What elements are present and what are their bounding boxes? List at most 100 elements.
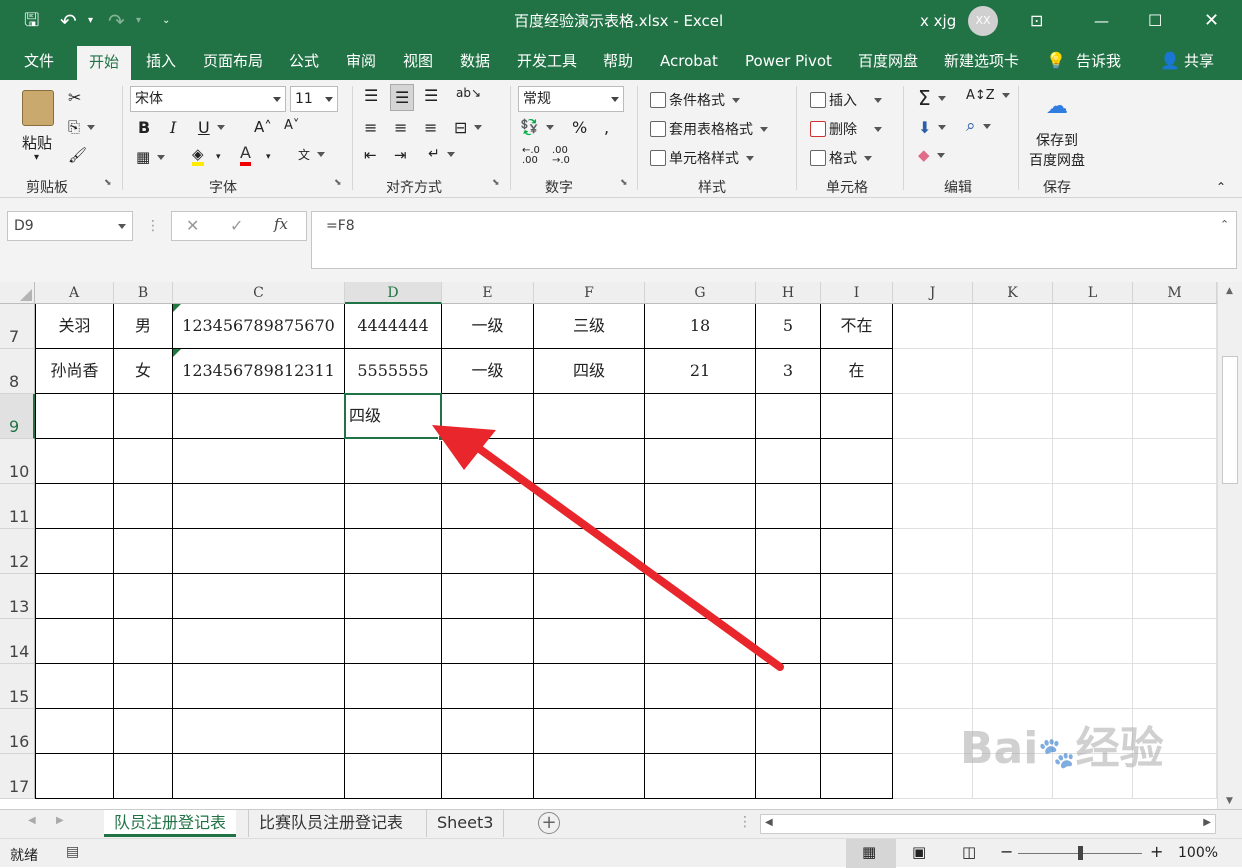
clear-icon[interactable]: ◆ bbox=[918, 146, 945, 164]
cell-l10[interactable] bbox=[1053, 439, 1133, 484]
cell-d15[interactable] bbox=[345, 664, 442, 709]
row-header-15[interactable]: 15 bbox=[0, 664, 35, 709]
tab-file[interactable]: 文件 bbox=[24, 42, 54, 80]
cell-a10[interactable] bbox=[35, 439, 114, 484]
save-to-line2[interactable]: 百度网盘 bbox=[1029, 150, 1085, 170]
cell-b15[interactable] bbox=[114, 664, 173, 709]
cell-m10[interactable] bbox=[1133, 439, 1217, 484]
column-header-e[interactable]: E bbox=[442, 282, 534, 304]
cell-f14[interactable] bbox=[534, 619, 645, 664]
cell-b8[interactable]: 女 bbox=[114, 349, 173, 394]
cell-m12[interactable] bbox=[1133, 529, 1217, 574]
cell-f12[interactable] bbox=[534, 529, 645, 574]
cell-c11[interactable] bbox=[173, 484, 345, 529]
select-all-corner[interactable] bbox=[0, 282, 35, 304]
tab-baidu-netdisk[interactable]: 百度网盘 bbox=[858, 42, 918, 80]
cell-f16[interactable] bbox=[534, 709, 645, 754]
tab-acrobat[interactable]: Acrobat bbox=[660, 42, 718, 80]
font-launcher-icon[interactable]: ⬊ bbox=[334, 178, 342, 188]
cell-h10[interactable] bbox=[756, 439, 821, 484]
conditional-format-button[interactable]: 条件格式 bbox=[650, 90, 740, 110]
number-launcher-icon[interactable]: ⬊ bbox=[620, 178, 628, 188]
merge-center-icon[interactable]: ⊟ bbox=[454, 118, 483, 137]
normal-view-icon[interactable]: ▦ bbox=[862, 843, 876, 861]
cell-i16[interactable] bbox=[821, 709, 893, 754]
cell-e16[interactable] bbox=[442, 709, 534, 754]
enter-icon[interactable]: ✓ bbox=[230, 216, 243, 235]
cell-d11[interactable] bbox=[345, 484, 442, 529]
cell-g13[interactable] bbox=[645, 574, 756, 619]
cell-h12[interactable] bbox=[756, 529, 821, 574]
comma-icon[interactable]: , bbox=[604, 118, 609, 137]
cell-c13[interactable] bbox=[173, 574, 345, 619]
wrap-text-icon[interactable]: ↵ bbox=[428, 146, 455, 162]
format-cells-button[interactable]: 格式 bbox=[810, 148, 872, 168]
autosum-icon[interactable]: Σ bbox=[918, 86, 946, 110]
column-header-k[interactable]: K bbox=[973, 282, 1053, 304]
next-sheet-icon[interactable]: ▶ bbox=[56, 815, 64, 826]
cell-l11[interactable] bbox=[1053, 484, 1133, 529]
sort-filter-icon[interactable]: A↕Z bbox=[966, 88, 1010, 103]
cell-c15[interactable] bbox=[173, 664, 345, 709]
cell-b10[interactable] bbox=[114, 439, 173, 484]
cell-m14[interactable] bbox=[1133, 619, 1217, 664]
zoom-slider-thumb[interactable] bbox=[1078, 846, 1083, 860]
cell-j13[interactable] bbox=[893, 574, 973, 619]
border-icon[interactable]: ▦ bbox=[136, 148, 166, 166]
vertical-scrollbar[interactable]: ▲ ▼ bbox=[1217, 282, 1242, 809]
cell-f11[interactable] bbox=[534, 484, 645, 529]
cell-b16[interactable] bbox=[114, 709, 173, 754]
cell-f7[interactable]: 三级 bbox=[534, 304, 645, 349]
collapse-ribbon-icon[interactable]: ⌃ bbox=[1216, 180, 1226, 194]
cell-h8[interactable]: 3 bbox=[756, 349, 821, 394]
cell-e17[interactable] bbox=[442, 754, 534, 799]
column-header-l[interactable]: L bbox=[1053, 282, 1133, 304]
column-header-h[interactable]: H bbox=[756, 282, 821, 304]
cell-k9[interactable] bbox=[973, 394, 1053, 439]
tab-home[interactable]: 开始 bbox=[77, 46, 132, 80]
row-header-10[interactable]: 10 bbox=[0, 439, 35, 484]
avatar[interactable]: XX bbox=[968, 6, 998, 36]
tab-formulas[interactable]: 公式 bbox=[289, 42, 319, 80]
number-as-text-indicator[interactable] bbox=[173, 304, 181, 312]
number-as-text-indicator[interactable] bbox=[173, 349, 181, 357]
cell-e11[interactable] bbox=[442, 484, 534, 529]
cell-l14[interactable] bbox=[1053, 619, 1133, 664]
cell-j8[interactable] bbox=[893, 349, 973, 394]
decrease-indent-icon[interactable]: ⇤ bbox=[364, 146, 377, 164]
cell-e7[interactable]: 一级 bbox=[442, 304, 534, 349]
cell-b9[interactable] bbox=[114, 394, 173, 439]
increase-decimal-icon[interactable]: ←.0.00 bbox=[522, 146, 540, 166]
decrease-font-icon[interactable]: A˅ bbox=[284, 118, 299, 133]
cell-k11[interactable] bbox=[973, 484, 1053, 529]
cell-e13[interactable] bbox=[442, 574, 534, 619]
add-sheet-icon[interactable]: + bbox=[538, 812, 560, 834]
cell-g9[interactable] bbox=[645, 394, 756, 439]
column-header-d[interactable]: D bbox=[345, 282, 442, 304]
row-header-14[interactable]: 14 bbox=[0, 619, 35, 664]
cell-e12[interactable] bbox=[442, 529, 534, 574]
zoom-out-icon[interactable]: − bbox=[1000, 842, 1013, 861]
expand-formula-icon[interactable]: ⌃ bbox=[1220, 218, 1229, 231]
cell-e15[interactable] bbox=[442, 664, 534, 709]
cell-i15[interactable] bbox=[821, 664, 893, 709]
number-format-select[interactable]: 常规 bbox=[518, 86, 624, 112]
cell-g12[interactable] bbox=[645, 529, 756, 574]
cell-j11[interactable] bbox=[893, 484, 973, 529]
column-header-m[interactable]: M bbox=[1133, 282, 1217, 304]
font-size-select[interactable]: 11 bbox=[290, 86, 338, 112]
tab-page-layout[interactable]: 页面布局 bbox=[203, 42, 263, 80]
name-box[interactable]: D9 bbox=[7, 211, 133, 241]
fill-color-icon[interactable]: ◈ bbox=[192, 146, 204, 166]
cell-c12[interactable] bbox=[173, 529, 345, 574]
cell-k14[interactable] bbox=[973, 619, 1053, 664]
align-middle-icon[interactable]: ☰ bbox=[390, 84, 415, 111]
cell-i12[interactable] bbox=[821, 529, 893, 574]
cell-h16[interactable] bbox=[756, 709, 821, 754]
cell-a13[interactable] bbox=[35, 574, 114, 619]
bold-icon[interactable]: B bbox=[138, 118, 150, 137]
prev-sheet-icon[interactable]: ◀ bbox=[28, 815, 36, 826]
cell-b12[interactable] bbox=[114, 529, 173, 574]
cell-a12[interactable] bbox=[35, 529, 114, 574]
alignment-launcher-icon[interactable]: ⬊ bbox=[492, 178, 500, 188]
